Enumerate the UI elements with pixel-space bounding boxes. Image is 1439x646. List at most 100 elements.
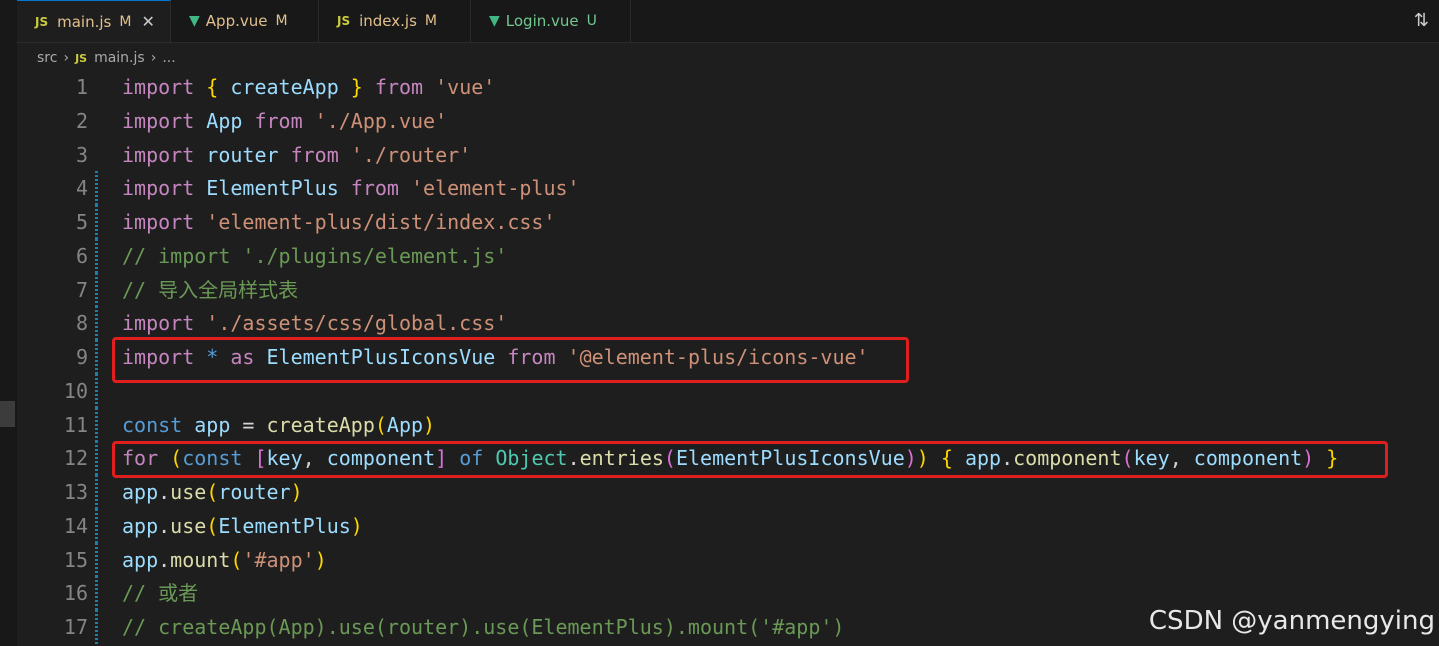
code-token: './App.vue' xyxy=(314,108,448,133)
code-text: // 导入全局样式表 xyxy=(122,273,298,307)
code-token: ) xyxy=(314,547,327,572)
code-line[interactable]: 3 import router from './router' xyxy=(0,138,1439,172)
git-change-indicator xyxy=(95,205,98,239)
git-change-indicator xyxy=(95,441,98,476)
code-text: import router from './router' xyxy=(122,138,471,172)
vue-file-icon: ▼ xyxy=(489,13,500,29)
git-change-indicator xyxy=(95,576,98,611)
code-line[interactable]: 6 // import './plugins/element.js' xyxy=(0,238,1439,273)
code-token: app xyxy=(194,412,231,437)
code-text: import 'element-plus/dist/index.css' xyxy=(122,205,556,239)
code-text: app.use(router) xyxy=(122,475,303,509)
git-change-indicator xyxy=(95,542,98,577)
code-line[interactable]: 7 // 导入全局样式表 xyxy=(0,272,1439,307)
code-token: app xyxy=(122,480,159,504)
line-number: 13 xyxy=(63,480,88,504)
code-token: } xyxy=(338,75,363,99)
code-token: ) xyxy=(290,480,303,504)
js-file-icon: JS xyxy=(337,14,351,28)
code-token: . xyxy=(158,513,171,538)
code-text: import { createApp } from 'vue' xyxy=(122,70,495,104)
git-change-indicator xyxy=(95,373,98,408)
code-token: router xyxy=(206,142,279,167)
git-change-indicator xyxy=(95,475,98,509)
compare-changes-icon[interactable]: ⇅ xyxy=(1414,10,1429,31)
code-token: from xyxy=(338,176,411,201)
code-token: . xyxy=(158,547,171,572)
breadcrumb-more[interactable]: ... xyxy=(162,50,175,66)
line-number: 12 xyxy=(63,446,88,471)
code-token: router xyxy=(218,480,291,504)
code-token: createApp xyxy=(230,75,339,99)
code-line[interactable]: 11 const app = createApp(App) xyxy=(0,407,1439,442)
code-token: app xyxy=(122,547,159,572)
code-token: ) xyxy=(423,412,436,437)
tab-status: U xyxy=(586,13,597,29)
breadcrumb-file[interactable]: main.js xyxy=(94,50,145,66)
code-token: app xyxy=(122,513,159,538)
git-change-indicator xyxy=(95,610,98,644)
code-token: import xyxy=(122,142,207,167)
code-text: import ElementPlus from 'element-plus' xyxy=(122,171,580,205)
tab-status: M xyxy=(119,13,132,30)
tab-login-vue[interactable]: ▼ Login.vue U xyxy=(471,0,631,42)
code-line[interactable]: 1 import { createApp } from 'vue' xyxy=(0,70,1439,104)
code-token: ) xyxy=(350,513,363,538)
code-token: . xyxy=(158,480,171,504)
breadcrumb: src › JS main.js › ... xyxy=(37,46,176,70)
code-token: // 或者 xyxy=(122,581,199,606)
code-token: ( xyxy=(206,480,219,504)
line-number: 4 xyxy=(75,176,88,201)
chevron-right-icon: › xyxy=(63,50,70,66)
git-change-indicator xyxy=(95,171,98,206)
code-token: // 导入全局样式表 xyxy=(122,277,299,302)
js-file-icon: JS xyxy=(75,51,88,65)
code-token: createApp xyxy=(266,412,375,437)
git-change-indicator xyxy=(95,407,98,442)
line-number: 15 xyxy=(63,547,88,572)
line-number: 5 xyxy=(75,210,88,234)
git-change-indicator xyxy=(95,272,98,307)
code-token: './assets/css/global.css' xyxy=(206,311,508,336)
code-line[interactable]: 14 app.use(ElementPlus) xyxy=(0,508,1439,543)
watermark: CSDN @yanmengying xyxy=(1148,606,1435,636)
code-line[interactable]: 2 import App from './App.vue' xyxy=(0,104,1439,138)
tab-label: Login.vue xyxy=(505,12,579,30)
line-number: 8 xyxy=(75,311,88,336)
code-line[interactable]: 4 import ElementPlus from 'element-plus' xyxy=(0,171,1439,206)
code-token: ElementPlus xyxy=(218,513,351,538)
tab-index-js[interactable]: JS index.js M xyxy=(319,0,471,42)
code-text: // createApp(App).use(router).use(Elemen… xyxy=(122,610,844,644)
code-token: App xyxy=(386,412,424,437)
code-token: from xyxy=(362,75,436,99)
code-text: const app = createApp(App) xyxy=(122,408,435,442)
code-token: use xyxy=(170,513,207,538)
code-token: mount xyxy=(170,547,231,572)
code-token: import xyxy=(122,210,207,234)
git-change-indicator xyxy=(95,508,98,543)
code-line[interactable]: 15 app.mount('#app') xyxy=(0,542,1439,577)
line-number: 6 xyxy=(75,243,88,268)
tab-app-vue[interactable]: ▼ App.vue M xyxy=(171,0,319,42)
code-token: { xyxy=(206,75,231,99)
code-text: app.use(ElementPlus) xyxy=(122,509,363,543)
vue-file-icon: ▼ xyxy=(189,13,200,29)
code-token: 'element-plus' xyxy=(411,176,580,201)
code-line[interactable]: 8 import './assets/css/global.css' xyxy=(0,306,1439,341)
highlight-box-line-9 xyxy=(112,337,909,383)
line-number: 10 xyxy=(63,378,88,403)
line-number: 11 xyxy=(63,412,88,437)
code-token: 'element-plus/dist/index.css' xyxy=(206,210,556,234)
breadcrumb-folder[interactable]: src xyxy=(37,50,57,66)
code-line[interactable]: 13 app.use(router) xyxy=(0,475,1439,509)
code-token: from xyxy=(242,108,315,133)
code-line[interactable]: 5 import 'element-plus/dist/index.css' xyxy=(0,205,1439,239)
line-number: 17 xyxy=(63,615,88,639)
code-token: import xyxy=(122,311,207,336)
code-token: import xyxy=(122,108,207,133)
tab-main-js[interactable]: JS main.js M ✕ xyxy=(17,0,171,42)
close-icon[interactable]: ✕ xyxy=(141,12,154,31)
js-file-icon: JS xyxy=(35,14,49,29)
code-token: const xyxy=(122,412,195,437)
code-token: ElementPlus xyxy=(206,176,339,201)
